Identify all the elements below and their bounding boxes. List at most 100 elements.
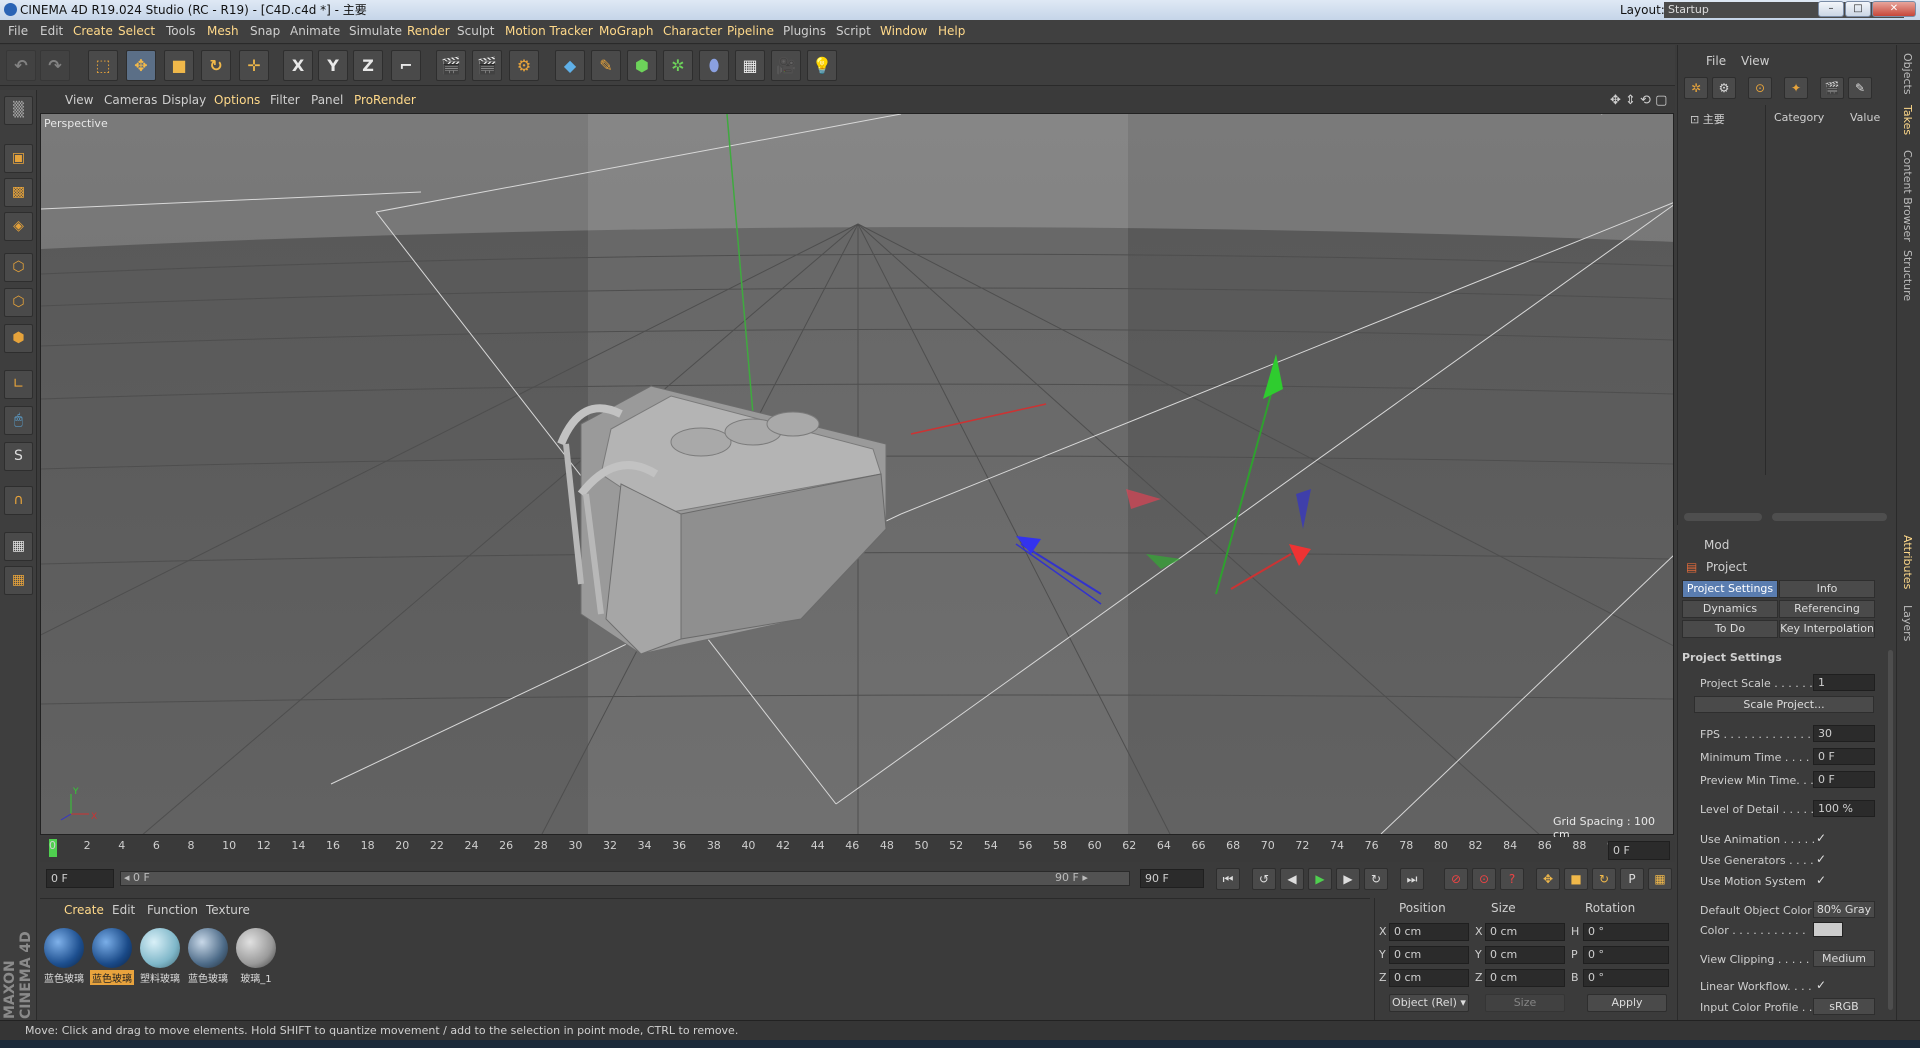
record-rotation-icon[interactable]: ↻: [1592, 868, 1616, 890]
live-selection-icon[interactable]: ⬚: [88, 50, 118, 81]
record-position-icon[interactable]: ✥: [1536, 868, 1560, 890]
tab-project-settings[interactable]: Project Settings: [1682, 580, 1778, 598]
menu-help[interactable]: Help: [938, 24, 965, 38]
edges-mode-icon[interactable]: ⬡: [4, 288, 33, 317]
subdivision-icon[interactable]: ⬢: [627, 50, 657, 81]
size-y-field[interactable]: 0 cm: [1485, 946, 1565, 964]
material-swatch-selected[interactable]: 蓝色玻璃: [90, 926, 134, 988]
coordinate-mode-select[interactable]: Object (Rel) ▾: [1389, 994, 1469, 1012]
go-to-end-icon[interactable]: ⏭: [1400, 868, 1424, 890]
workplane-icon[interactable]: ◈: [4, 212, 33, 241]
record-parameter-icon[interactable]: P: [1620, 868, 1644, 890]
tab-info[interactable]: Info: [1779, 580, 1875, 598]
menu-mesh[interactable]: Mesh: [207, 24, 239, 38]
object-tool-icon[interactable]: ⚙: [1712, 77, 1736, 99]
timeline-end-field[interactable]: 0 F: [1608, 841, 1670, 860]
material-menu-function[interactable]: Function: [147, 903, 198, 917]
rotate-tool-icon[interactable]: ↻: [201, 50, 231, 81]
size-x-field[interactable]: 0 cm: [1485, 923, 1565, 941]
tab-referencing[interactable]: Referencing: [1779, 600, 1875, 618]
previous-key-icon[interactable]: ↺: [1252, 868, 1276, 890]
previous-frame-icon[interactable]: ◀: [1280, 868, 1304, 890]
next-frame-icon[interactable]: ▶: [1336, 868, 1360, 890]
view-clipping-select[interactable]: Medium: [1813, 950, 1875, 967]
cube-icon[interactable]: ◆: [555, 50, 585, 81]
apply-button[interactable]: Apply: [1587, 994, 1667, 1012]
size-mode-select[interactable]: Size: [1485, 994, 1565, 1012]
menu-select[interactable]: Select: [118, 24, 155, 38]
render-settings-icon[interactable]: ⚙: [509, 50, 539, 81]
axis-mode-icon[interactable]: ∟: [4, 370, 33, 399]
pos-y-field[interactable]: 0 cm: [1389, 946, 1469, 964]
viewport-menu-cameras[interactable]: Cameras: [104, 93, 157, 107]
fps-field[interactable]: 30: [1813, 725, 1875, 742]
preview-range-slider[interactable]: [120, 871, 1130, 886]
menu-render[interactable]: Render: [407, 24, 450, 38]
menu-plugins[interactable]: Plugins: [783, 24, 826, 38]
object-tool-icon[interactable]: ✦: [1784, 77, 1808, 99]
z-axis-lock-button[interactable]: Z: [353, 50, 383, 81]
snap-icon[interactable]: ∩: [4, 486, 33, 515]
menu-window[interactable]: Window: [880, 24, 927, 38]
light-icon[interactable]: 💡: [807, 50, 837, 81]
record-active-objects-icon[interactable]: ⊘: [1444, 868, 1468, 890]
material-menu-create[interactable]: Create: [64, 903, 104, 917]
object-tool-icon[interactable]: 🎬: [1820, 77, 1844, 99]
max-frame-field[interactable]: 90 F: [1140, 869, 1204, 888]
current-frame-field[interactable]: 0 F: [46, 869, 114, 888]
material-swatch[interactable]: 玻璃_1: [234, 926, 278, 988]
menu-edit[interactable]: Edit: [40, 24, 63, 38]
tab-to-do[interactable]: To Do: [1682, 620, 1778, 638]
timeline-ruler[interactable]: 0 2 4 6 8 10 12 14 16 18 20 22 24 26 28 30 32 34 36 38 40 42 4…: [40, 837, 1675, 862]
keyframe-selection-icon[interactable]: ?: [1500, 868, 1524, 890]
rot-b-field[interactable]: 0 °: [1583, 969, 1669, 987]
viewport-menu-options[interactable]: Options: [214, 93, 260, 107]
use-motion-system-checkbox[interactable]: ✓: [1816, 873, 1826, 887]
menu-simulate[interactable]: Simulate: [349, 24, 402, 38]
input-color-profile-select[interactable]: sRGB: [1813, 998, 1875, 1015]
menu-sculpt[interactable]: Sculpt: [457, 24, 494, 38]
tweak-mode-icon[interactable]: 🖱: [4, 406, 33, 435]
go-to-start-icon[interactable]: ⏮: [1216, 868, 1240, 890]
material-menu-texture[interactable]: Texture: [206, 903, 250, 917]
solo-mode-icon[interactable]: S: [4, 442, 33, 471]
points-mode-icon[interactable]: ⬡: [4, 253, 33, 282]
pen-spline-icon[interactable]: ✎: [591, 50, 621, 81]
menu-mograph[interactable]: MoGraph: [599, 24, 654, 38]
floor-icon[interactable]: ▦: [735, 50, 765, 81]
horizontal-scrollbar[interactable]: [1772, 513, 1887, 521]
rot-p-field[interactable]: 0 °: [1583, 946, 1669, 964]
render-picture-viewer-icon[interactable]: 🎬: [472, 50, 502, 81]
object-tool-icon[interactable]: ✎: [1848, 77, 1872, 99]
minimize-button[interactable]: –: [1818, 1, 1844, 17]
side-tab-content-browser[interactable]: Content Browser: [1901, 150, 1914, 242]
project-scale-field[interactable]: 1: [1813, 674, 1875, 691]
object-tool-icon[interactable]: ⊙: [1748, 77, 1772, 99]
use-animation-checkbox[interactable]: ✓: [1816, 831, 1826, 845]
deformer-icon[interactable]: ⬮: [699, 50, 729, 81]
perspective-viewport[interactable]: Y X: [40, 113, 1674, 835]
viewport-menu-filter[interactable]: Filter: [270, 93, 300, 107]
default-object-color-select[interactable]: 80% Gray: [1813, 901, 1875, 918]
object-menu-view[interactable]: View: [1741, 54, 1769, 68]
texture-mode-icon[interactable]: ▩: [4, 178, 33, 207]
tab-key-interpolation[interactable]: Key Interpolation: [1779, 620, 1875, 638]
viewport-menu-prorender[interactable]: ProRender: [354, 93, 416, 107]
linear-workflow-checkbox[interactable]: ✓: [1816, 978, 1826, 992]
menu-motion-tracker[interactable]: Motion Tracker: [505, 24, 593, 38]
rot-h-field[interactable]: 0 °: [1583, 923, 1669, 941]
cloner-icon[interactable]: ✲: [663, 50, 693, 81]
camera-icon[interactable]: 🎥: [771, 50, 801, 81]
redo-icon[interactable]: ↷: [40, 50, 70, 81]
grid-snap-icon[interactable]: ▦: [4, 566, 33, 595]
color-swatch[interactable]: [1813, 922, 1843, 937]
workplane-lock-icon[interactable]: ▦: [4, 532, 33, 561]
next-key-icon[interactable]: ↻: [1364, 868, 1388, 890]
menu-snap[interactable]: Snap: [250, 24, 280, 38]
recent-tool-icon[interactable]: ✛: [239, 50, 269, 81]
x-axis-lock-button[interactable]: X: [283, 50, 313, 81]
viewport-nav-icon[interactable]: ✥ ⇕ ⟲ ▢: [1610, 93, 1667, 108]
close-button[interactable]: ✕: [1872, 1, 1916, 17]
menu-tools[interactable]: Tools: [166, 24, 196, 38]
maximize-button[interactable]: □: [1845, 1, 1871, 17]
